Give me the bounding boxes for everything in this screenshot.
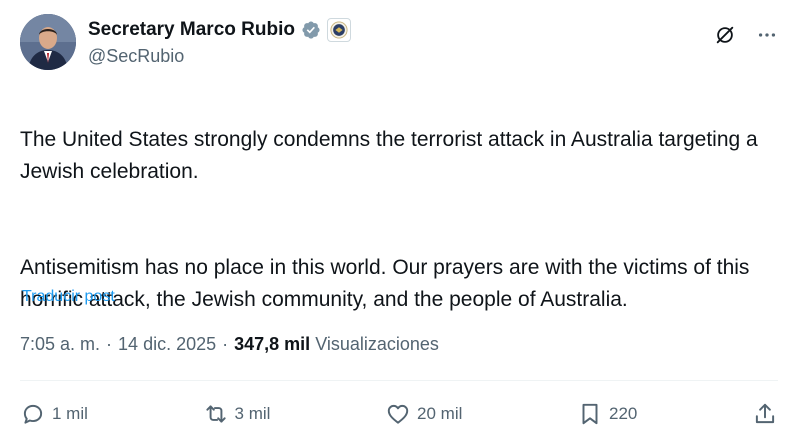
repost-button[interactable]: 3 mil (203, 401, 271, 427)
reply-button[interactable]: 1 mil (20, 401, 88, 427)
bookmark-count: 220 (609, 404, 638, 423)
post-date[interactable]: 14 dic. 2025 (118, 334, 216, 355)
government-seal-icon[interactable] (326, 18, 351, 42)
bookmark-icon (582, 403, 598, 425)
views-count: 347,8 mil (234, 334, 311, 354)
like-count: 20 mil (417, 404, 463, 423)
share-button[interactable] (752, 401, 778, 427)
translate-post-link[interactable]: Traducir post (22, 288, 115, 306)
bookmark-button[interactable]: 220 (577, 401, 637, 427)
more-icon[interactable] (756, 24, 778, 46)
post-paragraph: The United States strongly condemns the … (20, 128, 758, 183)
author-handle[interactable]: @SecRubio (88, 44, 351, 68)
meta-separator: · (222, 334, 229, 354)
author-display-name[interactable]: Secretary Marco Rubio (88, 18, 295, 42)
heart-icon (387, 404, 409, 424)
share-icon (755, 403, 775, 424)
action-bar: 1 mil 3 mil 20 mil 220 (20, 398, 778, 430)
reply-icon (23, 404, 43, 424)
post-paragraph: Antisemitism has no place in this world.… (20, 256, 750, 311)
post-time[interactable]: 7:05 a. m. (20, 334, 100, 355)
like-button[interactable]: 20 mil (385, 401, 462, 427)
verified-badge-icon[interactable] (301, 20, 321, 40)
views-label: Visualizaciones (315, 334, 439, 354)
avatar[interactable] (20, 14, 76, 70)
post-header: Secretary Marco Rubio @SecRubio (20, 14, 778, 74)
divider (20, 380, 778, 381)
post-meta: 7:05 a. m. · 14 dic. 2025 · 347,8 mil Vi… (20, 334, 439, 355)
meta-separator: · (106, 334, 113, 354)
repost-icon (205, 405, 226, 423)
post-text: The United States strongly condemns the … (20, 92, 780, 348)
grok-icon[interactable] (714, 24, 736, 46)
repost-count: 3 mil (234, 404, 271, 423)
reply-count: 1 mil (52, 404, 88, 423)
